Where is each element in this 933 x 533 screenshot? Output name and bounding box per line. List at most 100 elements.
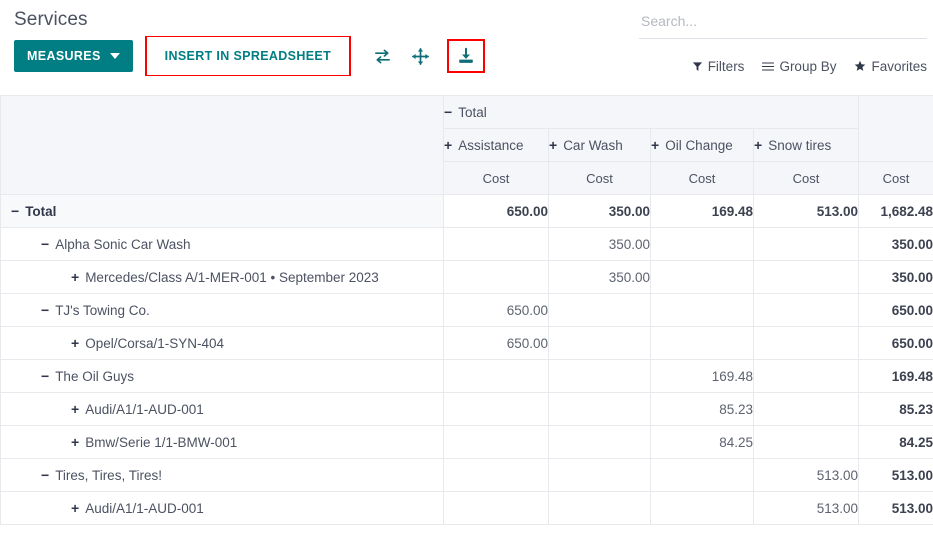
row-header-cell[interactable]: +Audi/A1/1-AUD-001 — [1, 492, 444, 525]
col-group-total[interactable]: −Total — [444, 96, 859, 129]
table-row: −Alpha Sonic Car Wash 350.00 350.00 — [1, 228, 933, 261]
row-expand-icon[interactable]: + — [71, 500, 79, 516]
col-grand-total-label — [896, 129, 897, 130]
search-box[interactable] — [639, 6, 927, 39]
col-header-snow-tires[interactable]: +Snow tires — [754, 129, 859, 162]
value-cell[interactable]: 650.00 — [444, 195, 549, 228]
measure-cost-car-wash[interactable]: Cost — [549, 162, 651, 195]
value-cell[interactable] — [549, 459, 651, 492]
col-group-total-collapse-icon[interactable]: − — [444, 104, 452, 120]
value-cell[interactable] — [549, 426, 651, 459]
value-cell[interactable]: 650.00 — [444, 327, 549, 360]
row-header-cell[interactable]: −Total — [1, 195, 444, 228]
value-cell[interactable] — [444, 360, 549, 393]
value-cell[interactable]: 513.00 — [754, 195, 859, 228]
measure-cost-grand-total[interactable]: Cost — [859, 162, 933, 195]
row-expand-icon[interactable]: + — [71, 269, 79, 285]
col-snow-tires-expand-icon[interactable]: + — [754, 137, 762, 153]
value-cell[interactable] — [754, 294, 859, 327]
value-cell[interactable] — [549, 492, 651, 525]
col-header-oil-change[interactable]: +Oil Change — [651, 129, 754, 162]
row-total-cell[interactable]: 85.23 — [859, 393, 933, 426]
value-cell[interactable]: 650.00 — [444, 294, 549, 327]
value-cell[interactable] — [549, 327, 651, 360]
value-cell[interactable] — [754, 228, 859, 261]
row-expand-icon[interactable]: + — [71, 335, 79, 351]
row-total-cell[interactable]: 169.48 — [859, 360, 933, 393]
row-collapse-icon[interactable]: − — [41, 467, 49, 483]
row-collapse-icon[interactable]: − — [41, 236, 49, 252]
flip-axis-button[interactable] — [367, 41, 397, 71]
value-cell[interactable]: 513.00 — [754, 492, 859, 525]
col-header-car-wash[interactable]: +Car Wash — [549, 129, 651, 162]
measure-cost-snow-tires[interactable]: Cost — [754, 162, 859, 195]
value-cell[interactable] — [549, 294, 651, 327]
value-cell[interactable] — [754, 360, 859, 393]
value-cell[interactable] — [444, 492, 549, 525]
download-xlsx-button[interactable] — [451, 41, 481, 71]
row-expand-icon[interactable]: + — [71, 434, 79, 450]
value-cell[interactable]: 169.48 — [651, 195, 754, 228]
row-header-cell[interactable]: +Mercedes/Class A/1-MER-001 • September … — [1, 261, 444, 294]
value-cell[interactable] — [651, 228, 754, 261]
measure-cost-assistance[interactable]: Cost — [444, 162, 549, 195]
row-total-cell[interactable]: 513.00 — [859, 459, 933, 492]
value-cell[interactable]: 84.25 — [651, 426, 754, 459]
row-total-cell[interactable]: 650.00 — [859, 294, 933, 327]
row-collapse-icon[interactable]: − — [41, 368, 49, 384]
value-cell[interactable] — [754, 261, 859, 294]
value-cell[interactable]: 350.00 — [549, 195, 651, 228]
insert-in-spreadsheet-button[interactable]: INSERT IN SPREADSHEET — [147, 37, 349, 75]
filters-label: Filters — [708, 59, 745, 74]
col-header-assistance[interactable]: +Assistance — [444, 129, 549, 162]
value-cell[interactable]: 350.00 — [549, 261, 651, 294]
col-car-wash-expand-icon[interactable]: + — [549, 137, 557, 153]
filters-menu[interactable]: Filters — [692, 59, 745, 74]
col-oil-change-expand-icon[interactable]: + — [651, 137, 659, 153]
row-expand-icon[interactable]: + — [71, 401, 79, 417]
value-cell[interactable] — [444, 459, 549, 492]
value-cell[interactable] — [651, 492, 754, 525]
value-cell[interactable]: 85.23 — [651, 393, 754, 426]
col-assistance-expand-icon[interactable]: + — [444, 137, 452, 153]
row-total-cell[interactable]: 84.25 — [859, 426, 933, 459]
row-header-cell[interactable]: −The Oil Guys — [1, 360, 444, 393]
value-cell[interactable] — [444, 393, 549, 426]
measures-button[interactable]: MEASURES — [14, 40, 133, 72]
row-header-cell[interactable]: +Opel/Corsa/1-SYN-404 — [1, 327, 444, 360]
value-cell[interactable]: 513.00 — [754, 459, 859, 492]
row-header-cell[interactable]: −Tires, Tires, Tires! — [1, 459, 444, 492]
row-header-cell[interactable]: +Audi/A1/1-AUD-001 — [1, 393, 444, 426]
value-cell[interactable] — [444, 426, 549, 459]
row-total-cell[interactable]: 513.00 — [859, 492, 933, 525]
value-cell[interactable] — [754, 327, 859, 360]
value-cell[interactable] — [754, 426, 859, 459]
row-total-cell[interactable]: 650.00 — [859, 327, 933, 360]
value-cell[interactable] — [651, 261, 754, 294]
value-cell[interactable] — [651, 294, 754, 327]
row-header-cell[interactable]: −TJ's Towing Co. — [1, 294, 444, 327]
row-total-cell[interactable]: 350.00 — [859, 261, 933, 294]
measure-cost-oil-change[interactable]: Cost — [651, 162, 754, 195]
value-cell[interactable] — [651, 327, 754, 360]
value-cell[interactable]: 350.00 — [549, 228, 651, 261]
col-group-total-label: Total — [458, 105, 487, 120]
group-by-menu[interactable]: Group By — [762, 59, 836, 74]
row-collapse-icon[interactable]: − — [41, 302, 49, 318]
favorites-menu[interactable]: Favorites — [854, 59, 927, 74]
row-total-cell[interactable]: 350.00 — [859, 228, 933, 261]
row-collapse-icon[interactable]: − — [11, 203, 19, 219]
value-cell[interactable] — [651, 459, 754, 492]
value-cell[interactable]: 169.48 — [651, 360, 754, 393]
value-cell[interactable] — [549, 393, 651, 426]
value-cell[interactable] — [549, 360, 651, 393]
value-cell[interactable] — [444, 261, 549, 294]
value-cell[interactable] — [754, 393, 859, 426]
row-total-cell[interactable]: 1,682.48 — [859, 195, 933, 228]
search-input[interactable] — [639, 13, 927, 31]
row-header-cell[interactable]: +Bmw/Serie 1/1-BMW-001 — [1, 426, 444, 459]
expand-all-button[interactable] — [405, 41, 435, 71]
value-cell[interactable] — [444, 228, 549, 261]
row-label: The Oil Guys — [55, 369, 134, 384]
row-header-cell[interactable]: −Alpha Sonic Car Wash — [1, 228, 444, 261]
